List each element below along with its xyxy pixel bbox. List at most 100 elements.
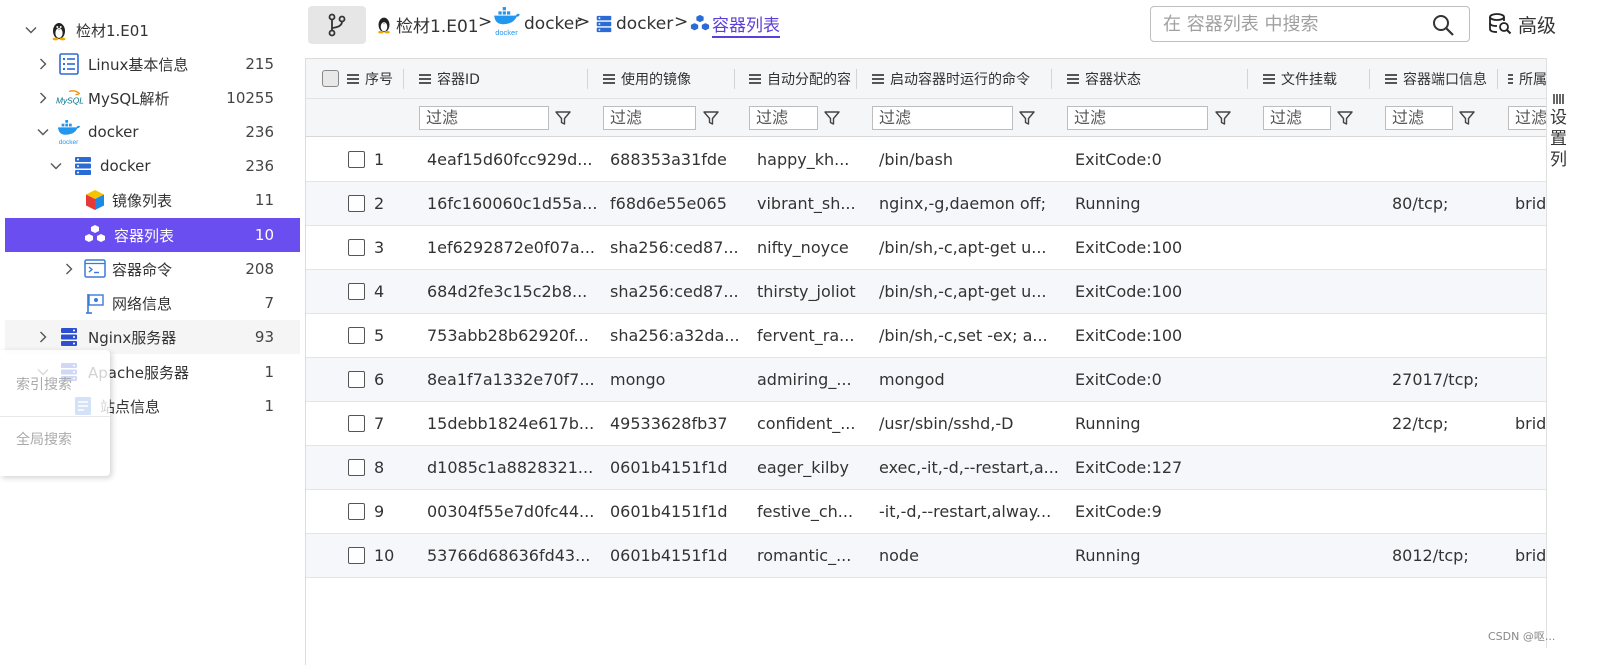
breadcrumb-docker[interactable]: docker docker <box>492 7 581 36</box>
breadcrumb-evidence[interactable]: 检材1.E01 <box>374 12 479 37</box>
tree-node-count: 1 <box>264 397 274 415</box>
column-filter-input[interactable]: 过滤 <box>1508 106 1546 130</box>
tree-node-count: 236 <box>245 123 274 141</box>
filter-funnel-icon[interactable] <box>1214 109 1232 127</box>
column-header-mounts[interactable]: 文件挂载 <box>1263 59 1337 99</box>
row-checkbox[interactable] <box>348 371 365 388</box>
table-row[interactable]: 7 15debb1824e617b... 49533628fb37 confident… <box>306 402 1546 446</box>
column-header-network[interactable]: 所属 <box>1508 59 1546 99</box>
table-row[interactable]: 6 8ea1f7a1332e70f7... mongo admiring_... mon… <box>306 358 1546 402</box>
table-row[interactable]: 2 16fc160060c1d55a... f68d6e55e065 vibrant_… <box>306 182 1546 226</box>
column-header-status[interactable]: 容器状态 <box>1067 59 1141 99</box>
branch-toggle-button[interactable] <box>308 6 366 44</box>
index-search-button[interactable]: 索引搜索 <box>0 362 110 406</box>
drag-handle-icon[interactable] <box>603 72 615 87</box>
filter-funnel-icon[interactable] <box>1336 109 1354 127</box>
drag-handle-icon[interactable] <box>1508 72 1513 87</box>
column-filter-input[interactable]: 过滤 <box>419 106 549 130</box>
column-header-index[interactable]: 序号 <box>347 59 393 99</box>
column-filter-input[interactable]: 过滤 <box>749 106 818 130</box>
tree-node-docker-sub[interactable]: docker 236 <box>5 149 300 183</box>
filter-funnel-icon[interactable] <box>702 109 720 127</box>
row-checkbox[interactable] <box>348 503 365 520</box>
column-header-image[interactable]: 使用的镜像 <box>603 59 691 99</box>
column-divider[interactable] <box>587 69 588 89</box>
row-checkbox[interactable] <box>348 547 365 564</box>
column-divider[interactable] <box>1051 69 1052 89</box>
table-row[interactable]: 9 00304f55e7d0fc44... 0601b4151f1d festive_… <box>306 490 1546 534</box>
row-checkbox[interactable] <box>348 415 365 432</box>
tree-node-docker[interactable]: docker docker 236 <box>5 115 300 149</box>
row-checkbox[interactable] <box>348 327 365 344</box>
filter-funnel-icon[interactable] <box>823 109 841 127</box>
column-header-container-id[interactable]: 容器ID <box>419 59 480 99</box>
column-header-label: 自动分配的容 <box>767 72 851 88</box>
table-row[interactable]: 1 4eaf15d60fcc929d... 688353a31fde happy_kh… <box>306 138 1546 182</box>
column-filter-input[interactable]: 过滤 <box>872 106 1013 130</box>
cell-index: 8 <box>374 458 385 477</box>
global-search-button[interactable]: 全局搜索 <box>0 416 110 460</box>
filter-funnel-icon[interactable] <box>1018 109 1036 127</box>
row-checkbox[interactable] <box>348 459 365 476</box>
git-branch-icon <box>328 13 346 37</box>
drag-handle-icon[interactable] <box>749 72 761 87</box>
chevron-down-icon[interactable] <box>50 160 62 172</box>
cell-network <box>1515 446 1546 490</box>
row-checkbox[interactable] <box>348 283 365 300</box>
chevron-right-icon[interactable] <box>37 331 49 343</box>
column-settings-toggle[interactable]: 设置列 <box>1546 58 1568 648</box>
column-divider[interactable] <box>734 69 735 89</box>
drag-handle-icon[interactable] <box>1067 72 1079 87</box>
table-row[interactable]: 3 1ef6292872e0f07a... sha256:ced87... nifty… <box>306 226 1546 270</box>
chevron-right-icon[interactable] <box>63 263 75 275</box>
column-header-auto-name[interactable]: 自动分配的容 <box>749 59 855 99</box>
column-filter-input[interactable]: 过滤 <box>1067 106 1208 130</box>
drag-handle-icon[interactable] <box>347 72 359 87</box>
chevron-right-icon[interactable] <box>37 92 49 104</box>
column-filter-input[interactable]: 过滤 <box>1263 106 1331 130</box>
tree-node-linux-info[interactable]: Linux基本信息 215 <box>5 47 300 81</box>
select-all-checkbox[interactable] <box>322 70 339 87</box>
tree-node-evidence[interactable]: 检材1.E01 <box>5 13 300 47</box>
table-row[interactable]: 8 d1085c1a8828321... 0601b4151f1d eager_kil… <box>306 446 1546 490</box>
column-divider[interactable] <box>403 69 404 89</box>
search-icon[interactable] <box>1431 13 1455 37</box>
filter-funnel-icon[interactable] <box>1458 109 1476 127</box>
column-divider[interactable] <box>1247 69 1248 89</box>
filter-funnel-icon[interactable] <box>554 109 572 127</box>
search-input[interactable] <box>1161 12 1421 36</box>
table-row[interactable]: 4 684d2fe3c15c2b8... sha256:ced87... thirst… <box>306 270 1546 314</box>
tree-node-container-command[interactable]: 容器命令 208 <box>5 252 300 286</box>
column-header-ports[interactable]: 容器端口信息 <box>1385 59 1495 99</box>
tree-node-mysql[interactable]: MySQL MySQL解析 10255 <box>5 81 300 115</box>
table-row[interactable]: 10 53766d68636fd43... 0601b4151f1d romantic… <box>306 534 1546 578</box>
drag-handle-icon[interactable] <box>1385 72 1397 87</box>
drag-handle-icon[interactable] <box>1263 72 1275 87</box>
column-filter-input[interactable]: 过滤 <box>603 106 696 130</box>
breadcrumb-docker-sub[interactable]: docker <box>594 12 673 36</box>
tree-node-container-list[interactable]: 容器列表 10 <box>5 218 300 252</box>
column-divider[interactable] <box>1369 69 1370 89</box>
tree-node-network-info[interactable]: 网络信息 7 <box>5 286 300 320</box>
cell-status: ExitCode:0 <box>1075 370 1162 389</box>
table-row[interactable]: 5 753abb28b62920f... sha256:a32da... ferven… <box>306 314 1546 358</box>
column-filter-input[interactable]: 过滤 <box>1385 106 1453 130</box>
breadcrumb-container-list[interactable]: 容器列表 <box>690 12 780 38</box>
row-checkbox[interactable] <box>348 195 365 212</box>
column-divider[interactable] <box>1497 69 1498 89</box>
column-header-command[interactable]: 启动容器时运行的命令 <box>872 59 1030 99</box>
tree-node-nginx[interactable]: Nginx服务器 93 <box>5 320 300 354</box>
tree-node-image-list[interactable]: 镜像列表 11 <box>5 183 300 217</box>
chevron-right-icon[interactable] <box>37 58 49 70</box>
cell-status: Running <box>1075 414 1141 433</box>
column-header-label: 容器状态 <box>1085 72 1141 88</box>
drag-handle-icon[interactable] <box>419 72 431 87</box>
drag-handle-icon[interactable] <box>872 72 884 87</box>
chevron-down-icon[interactable] <box>37 126 49 138</box>
sidebar: 检材1.E01 Linux基本信息 215 MySQL MySQL解析 1025… <box>0 0 300 665</box>
row-checkbox[interactable] <box>348 239 365 256</box>
row-checkbox[interactable] <box>348 151 365 168</box>
chevron-down-icon[interactable] <box>25 24 37 36</box>
column-divider[interactable] <box>856 69 857 89</box>
advanced-search-button[interactable]: 高级 <box>1488 10 1556 38</box>
